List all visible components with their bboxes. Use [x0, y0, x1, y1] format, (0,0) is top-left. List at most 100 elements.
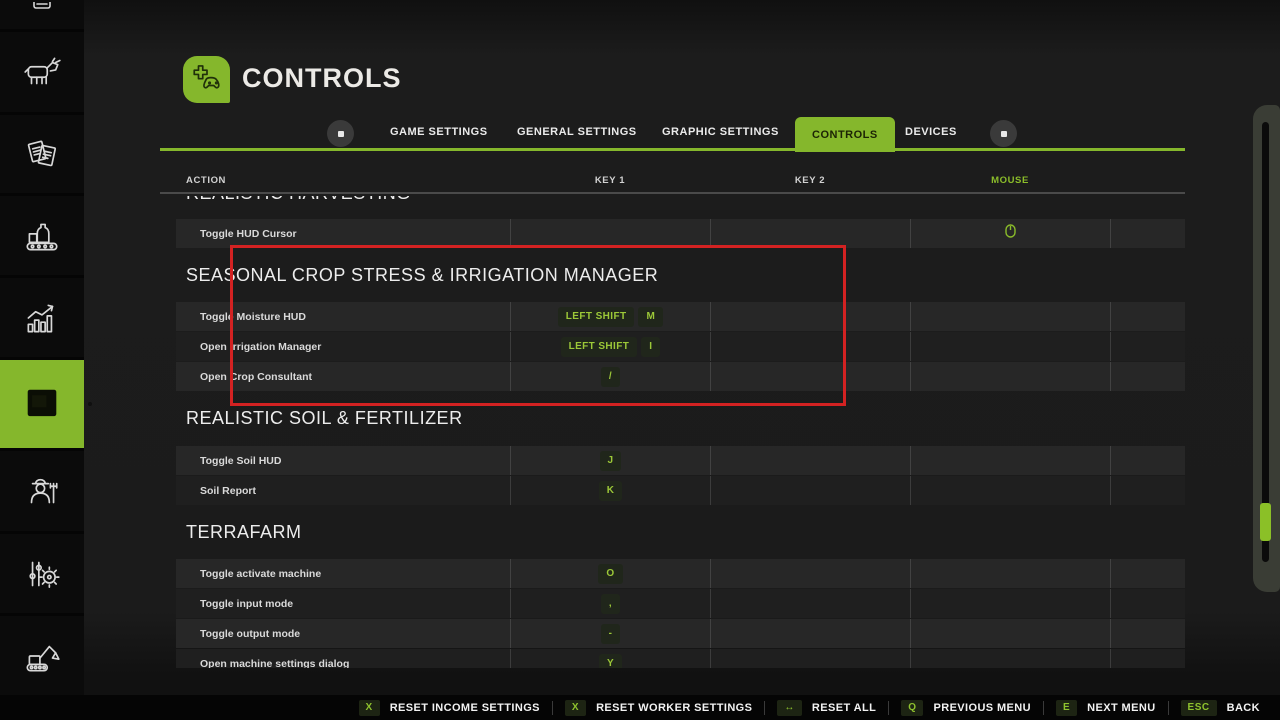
action-label: Toggle Soil HUD [176, 446, 510, 475]
key-binding[interactable]: K [599, 481, 623, 501]
key-binding[interactable]: M [638, 307, 663, 327]
key1-cell[interactable]: J [510, 446, 710, 475]
tab-controls[interactable]: CONTROLS [795, 117, 895, 152]
action-label: Open machine settings dialog [176, 649, 510, 668]
key1-cell[interactable]: Y [510, 649, 710, 668]
tab-graphic-settings[interactable]: GRAPHIC SETTINGS [662, 126, 779, 138]
column-header-mouse: MOUSE [960, 175, 1060, 186]
mouse-icon [1005, 224, 1016, 243]
farmer-icon [21, 470, 63, 512]
table-row[interactable]: Toggle activate machine O [176, 559, 1185, 588]
table-row[interactable]: Open Irrigation Manager LEFT SHIFT I [176, 332, 1185, 361]
key2-cell[interactable] [710, 589, 910, 618]
mouse-cell[interactable] [910, 589, 1110, 618]
contracts-icon [21, 133, 63, 175]
sidebar-item-animals[interactable] [0, 32, 84, 112]
mouse-cell[interactable] [910, 559, 1110, 588]
column-header-action: ACTION [186, 175, 226, 186]
tab-game-settings[interactable]: GAME SETTINGS [390, 126, 488, 138]
section-title-terrafarm: TERRAFARM [186, 522, 302, 543]
mouse-cell[interactable] [910, 649, 1110, 668]
sidebar-item-production[interactable] [0, 196, 84, 275]
key-binding[interactable]: J [600, 451, 622, 471]
key-binding[interactable]: I [641, 337, 660, 357]
key-binding[interactable]: LEFT SHIFT [558, 307, 635, 327]
action-label: Toggle activate machine [176, 559, 510, 588]
reset-worker-settings-button[interactable]: X RESET WORKER SETTINGS [553, 700, 764, 716]
key2-cell[interactable] [710, 446, 910, 475]
key2-cell[interactable] [710, 559, 910, 588]
sidebar-item-construction[interactable] [0, 616, 84, 695]
sidebar-item-settings-active[interactable] [0, 360, 84, 448]
key-binding[interactable]: - [601, 624, 621, 644]
table-row[interactable]: Toggle Moisture HUD LEFT SHIFT M [176, 302, 1185, 331]
tab-devices[interactable]: DEVICES [905, 126, 957, 138]
table-row[interactable]: Open machine settings dialog Y [176, 649, 1185, 668]
sidebar-item-farm-manager[interactable] [0, 451, 84, 531]
key1-cell[interactable]: / [510, 362, 710, 391]
key2-cell[interactable] [710, 619, 910, 648]
active-tab-dot [88, 402, 92, 406]
esc-key-icon: ESC [1181, 700, 1217, 716]
key1-cell[interactable]: LEFT SHIFT M [510, 302, 710, 331]
sidebar-item-statistics[interactable] [0, 278, 84, 357]
key2-cell[interactable] [710, 332, 910, 361]
sidebar-item-mod-settings[interactable] [0, 534, 84, 613]
key-binding[interactable]: LEFT SHIFT [561, 337, 638, 357]
page-title: CONTROLS [242, 63, 402, 94]
key2-cell[interactable] [710, 649, 910, 668]
table-row[interactable]: Toggle HUD Cursor [176, 219, 1185, 248]
e-key-icon: E [1056, 700, 1077, 716]
key1-cell[interactable]: LEFT SHIFT I [510, 332, 710, 361]
action-label: Toggle HUD Cursor [176, 219, 510, 248]
mouse-cell[interactable] [910, 619, 1110, 648]
mouse-cell[interactable] [910, 332, 1110, 361]
key2-cell[interactable] [710, 362, 910, 391]
mouse-cell[interactable] [910, 302, 1110, 331]
key-binding[interactable]: Y [599, 654, 622, 669]
action-label: Toggle output mode [176, 619, 510, 648]
tabs-prev-button[interactable] [327, 120, 354, 147]
key-binding[interactable]: O [598, 564, 622, 584]
key2-cell[interactable] [710, 219, 910, 248]
key-binding[interactable]: / [601, 367, 620, 387]
back-button[interactable]: ESC BACK [1169, 700, 1272, 716]
table-row[interactable]: Open Crop Consultant / [176, 362, 1185, 391]
sidebar-item-contracts[interactable] [0, 115, 84, 193]
reset-all-button[interactable]: ↔ RESET ALL [765, 700, 888, 716]
scrollbar-thumb[interactable] [1260, 503, 1271, 541]
previous-menu-button[interactable]: Q PREVIOUS MENU [889, 700, 1043, 716]
table-row[interactable]: Toggle input mode , [176, 589, 1185, 618]
key1-cell[interactable]: - [510, 619, 710, 648]
section-title-realistic-harvesting: REALISTIC HARVESTING [186, 196, 411, 204]
scrollbar[interactable] [1253, 105, 1280, 592]
tabs-next-button[interactable] [990, 120, 1017, 147]
game-settings-screen: CONTROLS GAME SETTINGS GENERAL SETTINGS … [0, 0, 1280, 720]
column-header-key1: KEY 1 [560, 175, 660, 186]
key1-cell[interactable]: , [510, 589, 710, 618]
next-arrow-icon [1001, 131, 1007, 137]
scrollbar-track[interactable] [1262, 122, 1269, 562]
mouse-cell[interactable] [910, 362, 1110, 391]
production-icon [21, 215, 63, 257]
key1-cell[interactable] [510, 219, 710, 248]
action-label: Toggle input mode [176, 589, 510, 618]
sidebar-item-vehicle[interactable] [0, 0, 84, 29]
key2-cell[interactable] [710, 476, 910, 505]
table-row[interactable]: Toggle Soil HUD J [176, 446, 1185, 475]
action-label: Toggle Moisture HUD [176, 302, 510, 331]
key1-cell[interactable]: K [510, 476, 710, 505]
mouse-cell[interactable] [910, 446, 1110, 475]
footer-bar: X RESET INCOME SETTINGS X RESET WORKER S… [0, 695, 1280, 720]
reset-income-settings-button[interactable]: X RESET INCOME SETTINGS [347, 700, 552, 716]
mouse-cell[interactable] [910, 219, 1110, 248]
tab-general-settings[interactable]: GENERAL SETTINGS [517, 126, 637, 138]
key1-cell[interactable]: O [510, 559, 710, 588]
table-row[interactable]: Toggle output mode - [176, 619, 1185, 648]
excavator-icon [21, 635, 63, 677]
key2-cell[interactable] [710, 302, 910, 331]
key-binding[interactable]: , [601, 594, 620, 614]
mouse-cell[interactable] [910, 476, 1110, 505]
next-menu-button[interactable]: E NEXT MENU [1044, 700, 1168, 716]
table-row[interactable]: Soil Report K [176, 476, 1185, 505]
